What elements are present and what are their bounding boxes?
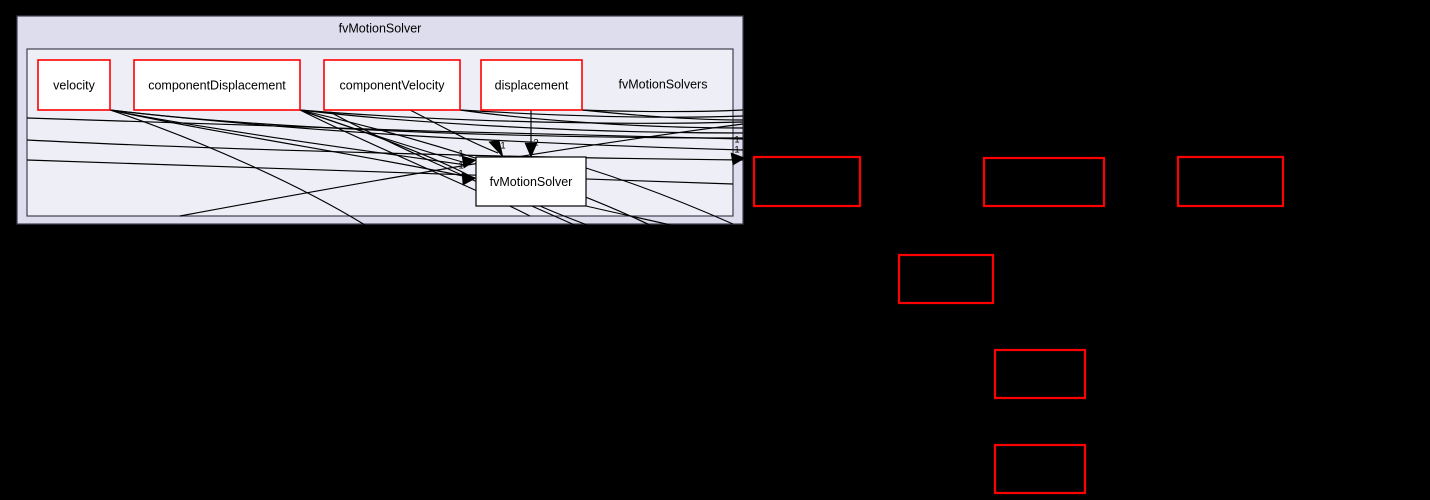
node-offscreen-3[interactable] <box>1176 155 1285 208</box>
node-componentVelocity[interactable]: componentVelocity <box>323 59 461 111</box>
edge-weight-2: 1 <box>500 141 505 152</box>
node-componentDisplacement[interactable]: componentDisplacement <box>133 59 301 111</box>
node-fvMotionSolver[interactable]: fvMotionSolver <box>475 156 587 207</box>
node-box-offscreen-5[interactable] <box>993 348 1087 400</box>
node-label-componentDisplacement: componentDisplacement <box>148 78 286 92</box>
node-label-componentVelocity: componentVelocity <box>340 78 446 92</box>
node-displacement[interactable]: displacement <box>480 59 583 111</box>
node-label-velocity: velocity <box>53 78 95 92</box>
node-box-offscreen-4[interactable] <box>897 253 995 305</box>
edge-weight-1: 1 <box>458 161 463 172</box>
node-box-offscreen-3[interactable] <box>1176 155 1285 208</box>
cluster-fvmotionsolver-label: fvMotionSolver <box>339 21 422 35</box>
node-offscreen-2[interactable] <box>982 156 1106 208</box>
edge-weight-0: 1 <box>458 149 463 160</box>
node-box-offscreen-6[interactable] <box>993 443 1087 495</box>
node-offscreen-4[interactable] <box>897 253 995 305</box>
node-offscreen-6[interactable] <box>993 443 1087 495</box>
edge-weight-5: 1 <box>734 145 739 156</box>
directory-dependency-graph: fvMotionSolver fvMotionSolvers velocity … <box>0 0 1430 500</box>
node-velocity[interactable]: velocity <box>37 59 111 111</box>
node-box-offscreen-1[interactable] <box>752 155 862 208</box>
edge-weight-3: 2 <box>533 138 538 149</box>
node-offscreen-1[interactable] <box>752 155 862 208</box>
graph-canvas: fvMotionSolver fvMotionSolvers velocity … <box>16 15 1285 495</box>
cluster-fvmotionsolvers-label: fvMotionSolvers <box>619 77 708 91</box>
node-box-offscreen-2[interactable] <box>982 156 1106 208</box>
node-label-fvMotionSolver: fvMotionSolver <box>490 175 573 189</box>
node-label-displacement: displacement <box>495 78 569 92</box>
node-offscreen-5[interactable] <box>993 348 1087 400</box>
